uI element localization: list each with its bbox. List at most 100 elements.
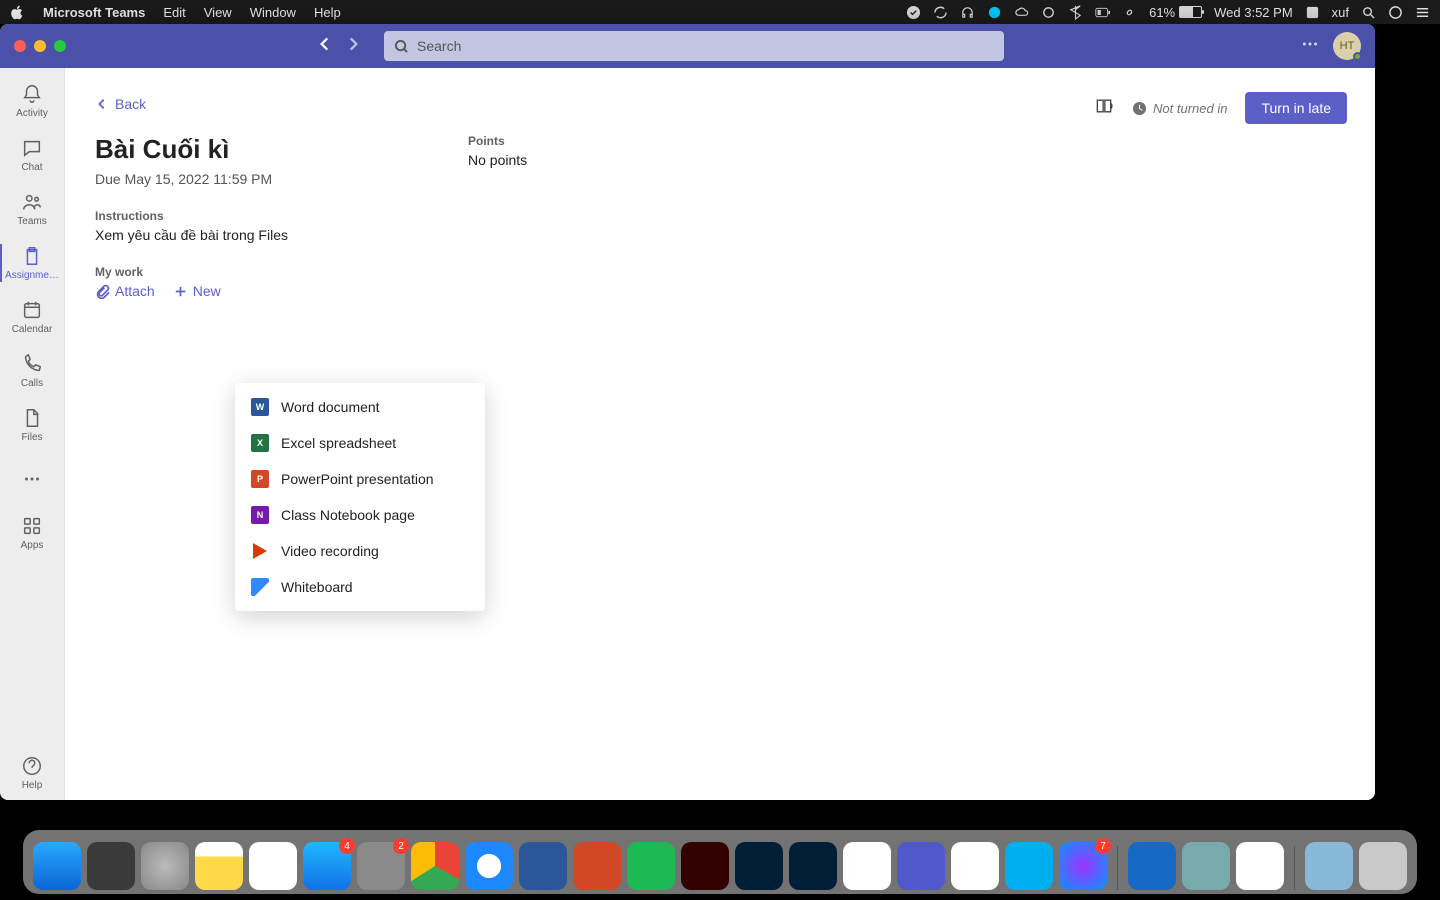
dock-app-zalo[interactable]	[951, 842, 999, 890]
dock-app-unknown-red[interactable]	[87, 842, 135, 890]
search-box[interactable]: Search	[384, 31, 1004, 61]
dock-app-openvpn[interactable]	[1236, 842, 1284, 890]
history-back-button[interactable]	[316, 35, 334, 58]
dock-app-spotify[interactable]	[627, 842, 675, 890]
rail-assignments[interactable]: Assignme…	[0, 236, 64, 290]
history-nav	[316, 35, 362, 58]
mywork-label: My work	[95, 265, 288, 279]
teams-window: Search HT Activity Chat Teams	[0, 24, 1375, 800]
dock-app-photoshop[interactable]	[789, 842, 837, 890]
new-powerpoint-presentation[interactable]: PPowerPoint presentation	[235, 461, 485, 497]
presence-available-icon	[1353, 52, 1362, 61]
dock-app-chrome[interactable]	[411, 842, 459, 890]
dock-app-appstore[interactable]: 4	[303, 842, 351, 890]
rail-chat[interactable]: Chat	[0, 128, 64, 182]
bluetooth-icon[interactable]	[1068, 5, 1083, 20]
rail-activity[interactable]: Activity	[0, 74, 64, 128]
assignment-title: Bài Cuối kì	[95, 134, 288, 165]
clock[interactable]: Wed 3:52 PM	[1214, 5, 1293, 20]
new-video-recording[interactable]: Video recording	[235, 533, 485, 569]
turn-in-button[interactable]: Turn in late	[1245, 92, 1347, 124]
new-word-document[interactable]: WWord document	[235, 389, 485, 425]
maximize-window-button[interactable]	[54, 40, 66, 52]
close-window-button[interactable]	[14, 40, 26, 52]
new-whiteboard[interactable]: Whiteboard	[235, 569, 485, 605]
spotlight-search-icon[interactable]	[1361, 5, 1376, 20]
plus-icon	[173, 284, 188, 299]
assignment-status: Not turned in	[1132, 101, 1227, 116]
dock-app-lightroom[interactable]	[735, 842, 783, 890]
input-source-icon[interactable]	[1305, 5, 1320, 20]
dock-app-downloads[interactable]	[1305, 842, 1353, 890]
immersive-reader-button[interactable]	[1094, 96, 1114, 121]
dock-app-illustrator[interactable]	[681, 842, 729, 890]
assignment-pane: Back Not turned in Turn in late Bài Cuối…	[65, 68, 1375, 800]
siri-icon[interactable]	[1388, 5, 1403, 20]
rail-calls[interactable]: Calls	[0, 344, 64, 398]
rail-teams[interactable]: Teams	[0, 182, 64, 236]
word-file-icon: W	[251, 398, 269, 416]
cloud-icon[interactable]	[1014, 5, 1029, 20]
apple-logo-icon[interactable]	[10, 5, 25, 20]
menu-edit[interactable]: Edit	[163, 5, 185, 20]
menu-view[interactable]: View	[204, 5, 232, 20]
dock-app-trash[interactable]	[1359, 842, 1407, 890]
new-button[interactable]: New	[173, 283, 221, 299]
minimize-window-button[interactable]	[34, 40, 46, 52]
chevron-left-icon	[95, 97, 109, 111]
dock-app-skype[interactable]	[1005, 842, 1053, 890]
dock-app-ultraviewer[interactable]	[843, 842, 891, 890]
battery-status[interactable]: 61%	[1149, 5, 1202, 20]
dock-app-launchpad[interactable]	[141, 842, 189, 890]
circle-icon[interactable]	[1041, 5, 1056, 20]
dock-badge: 2	[393, 838, 409, 854]
checkmark-circle-icon[interactable]	[906, 5, 921, 20]
dock-badge: 7	[1095, 838, 1111, 854]
window-titlebar: Search HT	[0, 24, 1375, 68]
dock-app-finder[interactable]	[33, 842, 81, 890]
dock-app-teamviewer[interactable]	[1128, 842, 1176, 890]
onenote-file-icon: N	[251, 506, 269, 524]
user-name[interactable]: xuf	[1332, 5, 1349, 20]
clock-icon	[1132, 101, 1147, 116]
sync-icon[interactable]	[933, 5, 948, 20]
dock-app-notes[interactable]	[195, 842, 243, 890]
app-name[interactable]: Microsoft Teams	[43, 5, 145, 20]
headphones-icon[interactable]	[960, 5, 975, 20]
menu-window[interactable]: Window	[250, 5, 296, 20]
dock-app-teams[interactable]	[897, 842, 945, 890]
rail-files[interactable]: Files	[0, 398, 64, 452]
dock-app-word[interactable]	[519, 842, 567, 890]
battery-percent: 61%	[1149, 5, 1175, 20]
chat-bubble-icon[interactable]	[987, 5, 1002, 20]
dock-separator	[1117, 846, 1118, 890]
instructions-label: Instructions	[95, 209, 288, 223]
avatar-initials: HT	[1340, 40, 1355, 52]
rail-more-button[interactable]	[0, 452, 64, 506]
paperclip-icon	[95, 284, 110, 299]
menu-help[interactable]: Help	[314, 5, 341, 20]
attach-button[interactable]: Attach	[95, 283, 155, 299]
rail-apps[interactable]: Apps	[0, 506, 64, 560]
link-icon[interactable]	[1122, 5, 1137, 20]
new-excel-spreadsheet[interactable]: XExcel spreadsheet	[235, 425, 485, 461]
dock-app-messenger[interactable]: 7	[1059, 842, 1107, 890]
new-class-notebook-page[interactable]: NClass Notebook page	[235, 497, 485, 533]
dock-app-safari[interactable]	[465, 842, 513, 890]
dock-app-powerpoint[interactable]	[573, 842, 621, 890]
dock-app-calendar[interactable]	[249, 842, 297, 890]
rail-calendar[interactable]: Calendar	[0, 290, 64, 344]
dock-app-preview[interactable]	[1182, 842, 1230, 890]
dock-separator	[1294, 846, 1295, 890]
rail-help[interactable]: Help	[0, 746, 64, 800]
mac-menubar: Microsoft Teams Edit View Window Help 61…	[0, 0, 1440, 24]
history-forward-button[interactable]	[344, 35, 362, 58]
profile-avatar[interactable]: HT	[1333, 32, 1361, 60]
control-center-icon[interactable]	[1415, 5, 1430, 20]
dock-app-settings[interactable]: 2	[357, 842, 405, 890]
new-document-menu: WWord document XExcel spreadsheet PPower…	[235, 383, 485, 611]
app-rail: Activity Chat Teams Assignme… Calendar C…	[0, 68, 65, 800]
points-value: No points	[468, 152, 527, 168]
settings-more-button[interactable]	[1301, 35, 1319, 58]
battery-icon-2[interactable]	[1095, 5, 1110, 20]
